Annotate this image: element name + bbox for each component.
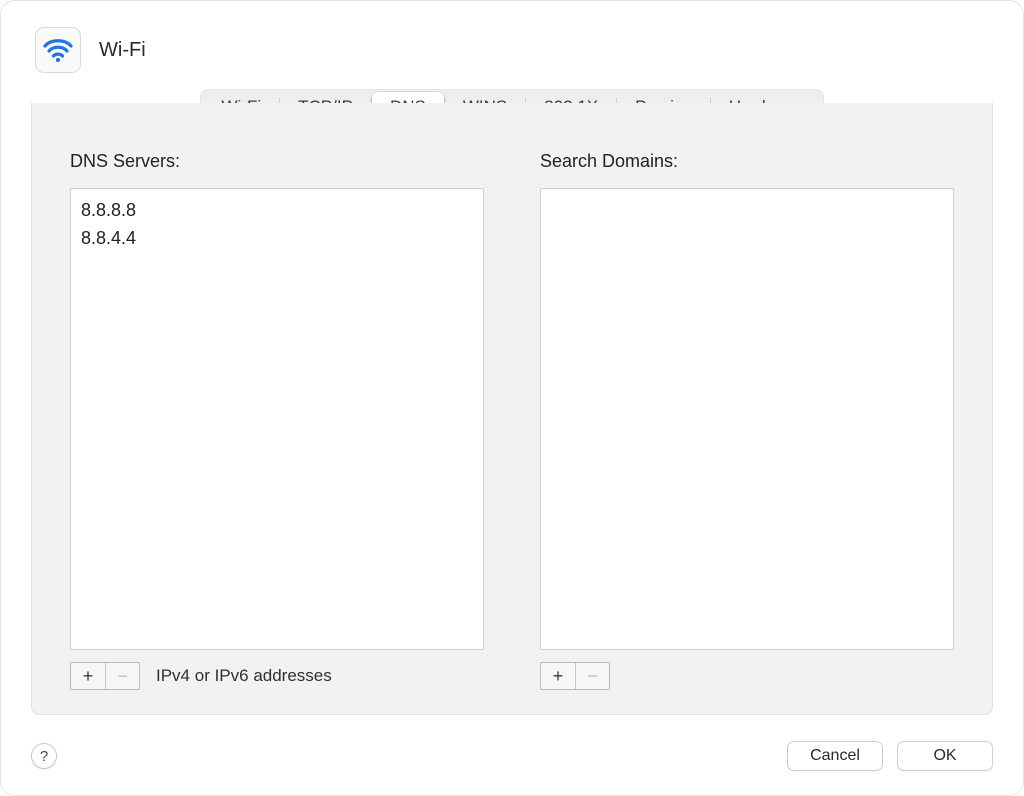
remove-dns-server-button[interactable]: −	[105, 663, 139, 689]
search-domains-column: Search Domains: + −	[540, 151, 954, 690]
add-dns-server-button[interactable]: +	[71, 663, 105, 689]
cancel-button[interactable]: Cancel	[787, 741, 883, 771]
ok-button[interactable]: OK	[897, 741, 993, 771]
add-search-domain-button[interactable]: +	[541, 663, 575, 689]
page-title: Wi-Fi	[99, 39, 146, 62]
dns-servers-list[interactable]: 8.8.8.8 8.8.4.4	[70, 188, 484, 650]
header: Wi-Fi	[1, 1, 1023, 83]
dns-panel: DNS Servers: 8.8.8.8 8.8.4.4 + − IPv4 or…	[31, 103, 993, 715]
dns-servers-label: DNS Servers:	[70, 151, 484, 172]
wifi-icon	[35, 27, 81, 73]
remove-search-domain-button[interactable]: −	[575, 663, 609, 689]
dns-servers-column: DNS Servers: 8.8.8.8 8.8.4.4 + − IPv4 or…	[70, 151, 484, 690]
network-advanced-window: Wi-Fi Wi-Fi TCP/IP DNS WINS 802.1X Proxi…	[0, 0, 1024, 796]
list-item[interactable]: 8.8.8.8	[81, 197, 473, 225]
dns-servers-plusminus: + −	[70, 662, 140, 690]
search-domains-label: Search Domains:	[540, 151, 954, 172]
list-item[interactable]: 8.8.4.4	[81, 225, 473, 253]
footer: ? Cancel OK	[1, 727, 1023, 795]
search-domains-list[interactable]	[540, 188, 954, 650]
help-button[interactable]: ?	[31, 743, 57, 769]
search-domains-plusminus: + −	[540, 662, 610, 690]
dns-hint: IPv4 or IPv6 addresses	[156, 666, 332, 686]
